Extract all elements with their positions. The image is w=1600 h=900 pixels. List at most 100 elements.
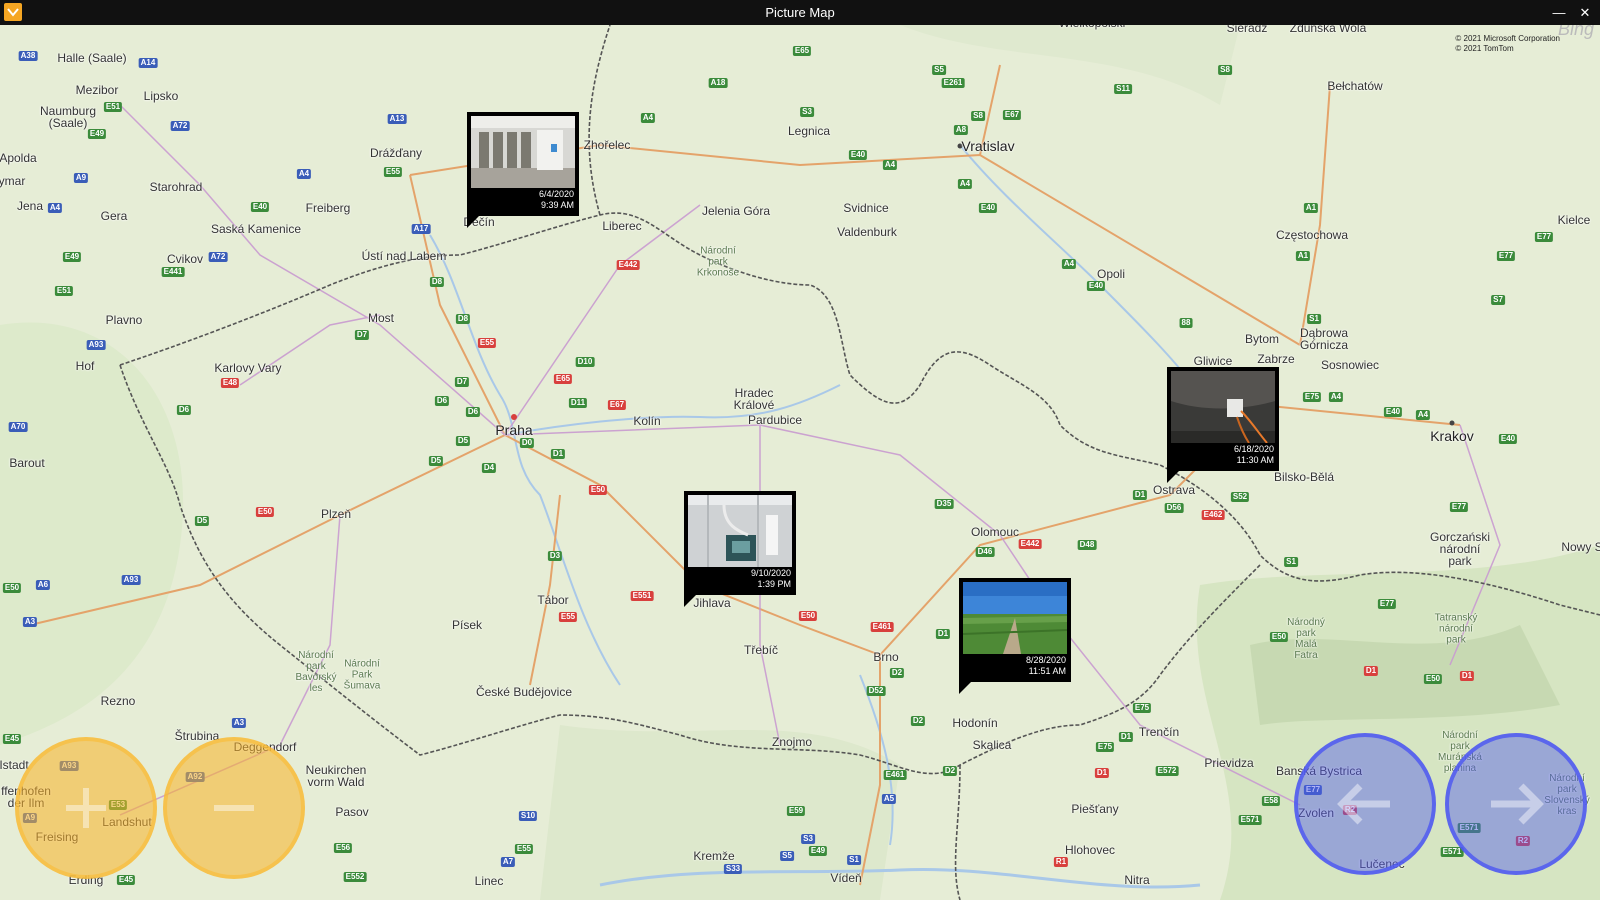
road-shield: D2 xyxy=(889,668,905,678)
pin-pointer xyxy=(684,595,696,607)
road-shield: E551 xyxy=(630,591,654,601)
road-shield: S1 xyxy=(1307,314,1321,324)
road-shield: E48 xyxy=(220,378,240,388)
road-shield: E40 xyxy=(1086,281,1106,291)
city-label: Halle (Saale) xyxy=(57,51,127,65)
city-label: Třebíč xyxy=(743,643,779,657)
city-label: ymar xyxy=(0,174,26,188)
road-shield: E77 xyxy=(1534,232,1554,242)
road-shield: R1 xyxy=(1053,857,1069,867)
city-label: Znojmo xyxy=(771,735,813,749)
road-shield: D46 xyxy=(975,547,995,557)
close-button[interactable]: ✕ xyxy=(1572,0,1598,25)
road-shield: D7 xyxy=(454,377,470,387)
road-shield: D5 xyxy=(455,436,471,446)
road-shield: E55 xyxy=(514,844,534,854)
photo-time: 11:30 AM xyxy=(1236,455,1274,465)
city-label: Vídeň xyxy=(830,871,862,885)
road-shield: D6 xyxy=(434,396,450,406)
city-label: Neukirchen vorm Wald xyxy=(305,763,367,789)
minimize-button[interactable]: — xyxy=(1546,0,1572,25)
city-label: Tábor xyxy=(537,593,569,607)
road-shield: D48 xyxy=(1077,540,1097,550)
road-shield: E55 xyxy=(383,167,403,177)
city-label: Bytom xyxy=(1244,332,1280,346)
road-shield: S8 xyxy=(1218,65,1232,75)
road-shield: E67 xyxy=(607,400,627,410)
pin-pointer xyxy=(959,682,971,694)
next-photo-button[interactable] xyxy=(1445,733,1587,875)
road-shield: D1 xyxy=(550,449,566,459)
copyright-microsoft: © 2021 Microsoft Corporation xyxy=(1455,34,1560,43)
photo-pin[interactable]: 8/28/2020 11:51 AM xyxy=(959,578,1071,694)
road-shield: D1 xyxy=(935,629,951,639)
map-view[interactable]: Halle (Saale) Mezibor Lipsko Naumburg (Saal… xyxy=(0,25,1600,900)
map-copyright: © 2021 Microsoft Corporation © 2021 TomT… xyxy=(1455,34,1560,54)
photo-pin[interactable]: 9/10/2020 1:39 PM xyxy=(684,491,796,607)
road-shield: A8 xyxy=(953,125,969,135)
road-shield: E45 xyxy=(116,875,136,885)
city-label: Zduńska Wola xyxy=(1289,25,1367,35)
plus-icon xyxy=(66,788,106,828)
city-label: České Budějovice xyxy=(475,685,573,699)
road-shield: D4 xyxy=(481,463,497,473)
road-shield: S5 xyxy=(932,65,946,75)
road-shield: E442 xyxy=(616,260,640,270)
road-shield: E50 xyxy=(798,611,818,621)
road-shield: S5 xyxy=(780,851,794,861)
road-shield: E442 xyxy=(1018,539,1042,549)
city-label: Jelenia Góra xyxy=(701,204,771,218)
city-label: Skalica xyxy=(972,738,1012,752)
road-shield: S11 xyxy=(1114,84,1132,94)
city-label: Plavno xyxy=(105,313,143,327)
park-label: Tatranský národní park xyxy=(1434,612,1478,646)
city-label: Piešťany xyxy=(1071,802,1119,816)
road-shield: E75 xyxy=(1132,703,1152,713)
zoom-in-button[interactable] xyxy=(15,737,157,879)
photo-pin[interactable]: 6/18/2020 11:30 AM xyxy=(1167,367,1279,483)
road-shield: A4 xyxy=(640,113,656,123)
road-shield: A4 xyxy=(1061,259,1077,269)
road-shield: E65 xyxy=(553,374,573,384)
city-label: Sieradz xyxy=(1226,25,1268,35)
city-label: Nowy S xyxy=(1561,540,1600,554)
road-shield: E77 xyxy=(1449,502,1469,512)
previous-photo-button[interactable] xyxy=(1294,733,1436,875)
road-shield: E40 xyxy=(848,150,868,160)
city-label: Bilsko-Bělá xyxy=(1273,470,1335,484)
city-label: Istadt xyxy=(0,758,29,772)
road-shield: A17 xyxy=(411,224,431,234)
road-shield: D0 xyxy=(519,438,535,448)
photo-date: 6/4/2020 xyxy=(538,189,574,199)
road-shield: D3 xyxy=(547,551,563,561)
road-shield: E58 xyxy=(1261,796,1281,806)
city-label: Lipsko xyxy=(143,89,179,103)
road-shield: A38 xyxy=(18,51,38,61)
photo-date: 9/10/2020 xyxy=(750,568,791,578)
city-label: Karlovy Vary xyxy=(214,361,282,375)
city-label: Starohrad xyxy=(149,180,203,194)
title-bar: Picture Map — ✕ xyxy=(0,0,1600,25)
road-shield: E40 xyxy=(1498,434,1518,444)
road-shield: D1 xyxy=(1459,671,1475,681)
road-shield: E65 xyxy=(792,46,812,56)
city-label: Zabrze xyxy=(1257,352,1295,366)
photo-timestamp: 6/18/2020 11:30 AM xyxy=(1234,444,1274,466)
road-shield: E75 xyxy=(1095,742,1115,752)
city-label: Hodonín xyxy=(952,716,998,730)
road-shield: A7 xyxy=(500,857,516,867)
road-shield: A1 xyxy=(1303,203,1319,213)
city-label: Saská Kamenice xyxy=(210,222,302,236)
road-shield: E49 xyxy=(808,846,828,856)
road-shield: S1 xyxy=(847,855,861,865)
road-shield: A3 xyxy=(231,718,247,728)
city-label: Olomouc xyxy=(970,525,1020,539)
photo-pin[interactable]: 6/4/2020 9:39 AM xyxy=(467,112,579,228)
road-shield: S10 xyxy=(518,811,538,821)
city-label: Legnica xyxy=(787,124,831,138)
road-shield: E462 xyxy=(1201,510,1225,520)
road-shield: A4 xyxy=(1328,392,1344,402)
zoom-out-button[interactable] xyxy=(163,737,305,879)
road-shield: E571 xyxy=(1238,815,1262,825)
road-shield: D5 xyxy=(428,456,444,466)
